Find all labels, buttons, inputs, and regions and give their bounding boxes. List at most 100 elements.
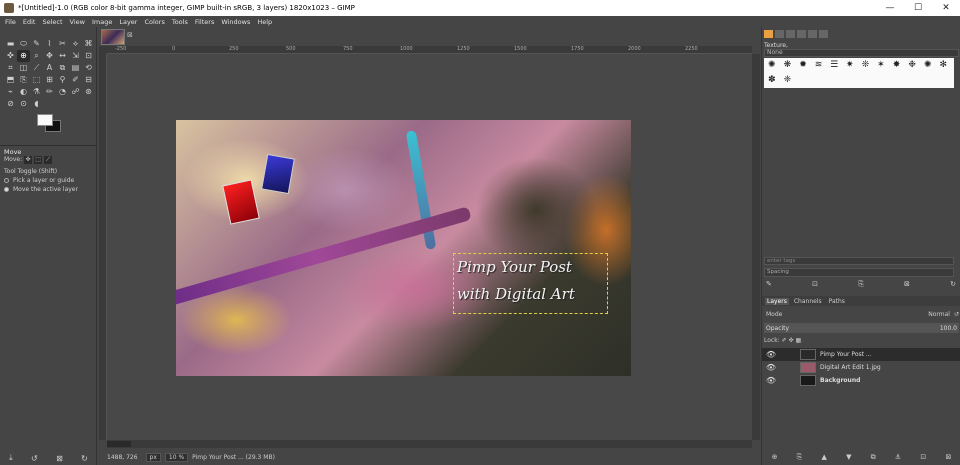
ruler-corner[interactable] [99,46,107,54]
opacity-value[interactable]: 100.0 [940,325,957,332]
tab-paths[interactable]: Paths [827,298,847,305]
tool-icon[interactable]: ⊘ [4,98,17,110]
eye-icon[interactable]: 👁 [764,376,778,385]
tool-icon[interactable]: ↔ [56,50,69,62]
raise-layer-icon[interactable]: ▲ [821,453,826,461]
tool-icon[interactable]: ⊛ [82,86,95,98]
restore-options-icon[interactable]: ↺ [31,454,38,463]
mask-layer-icon[interactable]: ⊡ [920,453,926,461]
tool-icon[interactable]: ⊞ [43,74,56,86]
vertical-scrollbar[interactable] [752,54,760,440]
tool-icon[interactable]: ⌕ [30,50,43,62]
mode-select[interactable]: Normal [928,311,950,318]
reset-options-icon[interactable]: ↻ [81,454,88,463]
eye-icon[interactable]: 👁 [764,350,778,359]
tool-icon[interactable]: ✥ [43,50,56,62]
tool-icon[interactable]: ⌘ [82,38,95,50]
image-tab-thumbnail[interactable] [101,29,125,45]
brush-icon[interactable]: ≋ [811,58,827,73]
tool-icon[interactable]: ⌇ [43,38,56,50]
eye-icon[interactable]: 👁 [764,363,778,372]
vertical-ruler[interactable] [99,54,107,440]
new-brush-icon[interactable]: ⊡ [812,280,818,289]
brush-tag-input[interactable]: enter tags [764,257,954,265]
maximize-button[interactable]: ☐ [904,3,932,13]
layer-row[interactable]: 👁 Pimp Your Post ... [762,348,960,361]
tab-channels[interactable]: Channels [792,298,824,305]
brush-tag-filter[interactable]: None [764,49,959,57]
menu-help[interactable]: Help [257,18,272,26]
tool-icon[interactable]: ⌁ [4,86,17,98]
tool-icon[interactable]: ◔ [56,86,69,98]
duplicate-layer-icon[interactable]: ⧉ [871,453,876,462]
gradients-tab-icon[interactable] [797,30,806,38]
brush-icon[interactable]: ✺ [920,58,936,73]
paint-dynamics-tab-icon[interactable] [808,30,817,38]
brush-icon[interactable]: ✹ [795,58,811,73]
menu-edit[interactable]: Edit [23,18,36,26]
lock-alpha-icon[interactable]: ▦ [796,337,802,344]
foreground-color[interactable] [37,114,53,126]
layer-name[interactable]: Pimp Your Post ... [820,351,872,358]
brush-icon[interactable]: ❈ [780,73,796,88]
image-canvas[interactable]: Pimp Your Post with Digital Art [176,120,631,376]
tool-icon[interactable]: ⎘ [17,74,30,86]
menu-file[interactable]: File [5,18,16,26]
tool-icon[interactable]: ⇲ [69,50,82,62]
fonts-tab-icon[interactable] [786,30,795,38]
minimize-button[interactable]: — [876,3,904,13]
tool-icon[interactable]: ✏ [43,86,56,98]
menu-image[interactable]: Image [92,18,112,26]
layer-name[interactable]: Digital Art Edit 1.jpg [820,364,881,371]
lock-position-icon[interactable]: ✜ [789,337,794,344]
brush-icon[interactable]: ❊ [858,58,874,73]
horizontal-ruler[interactable]: -250 0 250 500 750 1000 1250 1500 1750 2000 2250 [107,46,752,54]
tool-icon[interactable]: ⚲ [56,74,69,86]
tool-icon[interactable]: ⚗ [30,86,43,98]
menu-select[interactable]: Select [42,18,62,26]
tool-icon[interactable]: ⊙ [17,98,30,110]
menu-colors[interactable]: Colors [144,18,164,26]
tool-icon[interactable]: ⟋ [30,62,43,74]
layer-name[interactable]: Background [820,377,860,384]
tool-icon[interactable]: ◫ [17,62,30,74]
tool-icon[interactable]: ◖ [30,98,43,110]
lower-layer-icon[interactable]: ▼ [846,453,851,461]
tool-icon[interactable]: ⌗ [4,62,17,74]
option-move-active[interactable]: Move the active layer [4,186,78,193]
tool-icon[interactable]: ⟲ [82,62,95,74]
opacity-slider[interactable]: Opacity 100.0 [764,323,959,333]
mode-reset-icon[interactable]: ↺ [954,311,959,318]
brush-spacing-field[interactable]: Spacing [764,268,954,277]
delete-layer-icon[interactable]: ⊠ [945,453,951,461]
tool-icon[interactable]: ⬒ [4,74,17,86]
new-layer-icon[interactable]: ⊕ [772,453,778,461]
brush-icon[interactable]: ❉ [904,58,920,73]
tool-icon[interactable]: ◐ [17,86,30,98]
tool-icon[interactable]: ☍ [69,86,82,98]
brush-icon[interactable]: ✺ [764,58,780,73]
canvas-area[interactable]: Pimp Your Post with Digital Art [107,54,752,440]
brush-icon[interactable]: ☰ [826,58,842,73]
duplicate-brush-icon[interactable]: ⎘ [858,280,864,289]
tool-presets-tab-icon[interactable] [819,30,828,38]
menu-filters[interactable]: Filters [195,18,214,26]
radio-icon[interactable] [4,178,9,183]
move-path-icon[interactable]: ⟋ [44,156,53,164]
brush-icon[interactable]: ✸ [889,58,905,73]
tool-icon[interactable]: ⬭ [17,38,30,50]
unit-select[interactable]: px [145,452,161,462]
tool-icon[interactable]: ▤ [69,62,82,74]
tool-icon[interactable]: ⧉ [56,62,69,74]
brush-icon[interactable]: ✽ [764,73,780,88]
brush-icon[interactable]: ✶ [873,58,889,73]
edit-brush-icon[interactable]: ✎ [766,280,772,289]
patterns-tab-icon[interactable] [775,30,784,38]
delete-options-icon[interactable]: ⊠ [56,454,63,463]
layer-row[interactable]: 👁 Background [762,374,960,387]
color-swatches[interactable] [35,112,65,138]
tool-icon[interactable]: ▬ [4,38,17,50]
menu-layer[interactable]: Layer [119,18,137,26]
move-layer-icon[interactable]: ✜ [24,156,33,164]
text-layer-box[interactable]: Pimp Your Post with Digital Art [453,253,608,314]
